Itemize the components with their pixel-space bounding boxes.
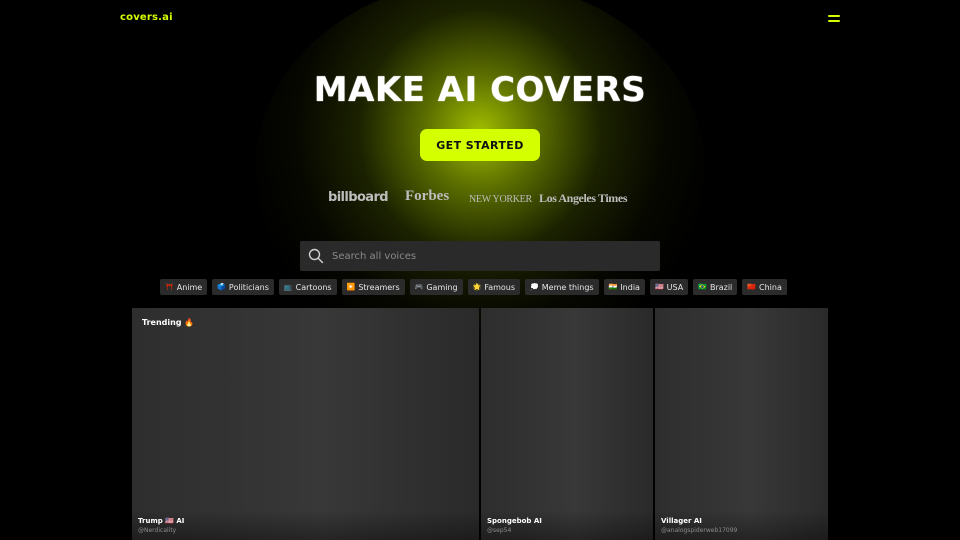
category-label: Gaming: [426, 282, 458, 292]
voice-name: Villager AI: [661, 517, 702, 525]
category-label: Meme things: [541, 282, 594, 292]
category-label: Famous: [484, 282, 516, 292]
category-label: Politicians: [228, 282, 269, 292]
category-emoji: 🌟: [472, 283, 482, 291]
category-emoji: 🇨🇳: [747, 283, 756, 291]
la-times-logo: Los Angeles Times: [539, 191, 628, 205]
menu-line: [828, 20, 840, 22]
category-emoji: ▶️: [346, 283, 356, 291]
category-emoji: 🇺🇸: [654, 283, 664, 291]
logo[interactable]: covers.ai: [120, 12, 173, 23]
press-logos: billboard Forbes NEW YORKER Los Angeles …: [0, 188, 960, 208]
category-label: USA: [666, 282, 684, 292]
category-emoji: 🗳️: [217, 283, 226, 291]
search-icon: [308, 248, 324, 264]
category-label: Cartoons: [295, 282, 332, 292]
category-label: Brazil: [709, 282, 733, 292]
voice-card-spongebob[interactable]: Spongebob AI @sep54: [481, 308, 653, 540]
card-shade: [132, 510, 479, 540]
menu-line: [828, 15, 840, 17]
category-chip-india[interactable]: 🇮🇳 India: [603, 279, 645, 295]
voice-cards: Trending 🔥 Trump 🇺🇸 AI @Nerdicality Spon…: [132, 308, 828, 540]
category-chip-china[interactable]: 🇨🇳 China: [742, 279, 787, 295]
category-label: Anime: [176, 282, 203, 292]
category-chip-usa[interactable]: 🇺🇸 USA: [649, 279, 689, 295]
card-shade: [481, 510, 653, 540]
hero-title: MAKE AI COVERS: [313, 70, 647, 110]
category-emoji: ⛩️: [165, 283, 174, 291]
search-bar: [300, 241, 660, 271]
card-shade: [655, 510, 828, 540]
category-chip-streamers[interactable]: ▶️ Streamers: [341, 279, 405, 295]
header: covers.ai: [0, 0, 960, 36]
category-label: Streamers: [358, 282, 400, 292]
category-chip-famous[interactable]: 🌟 Famous: [467, 279, 521, 295]
voice-name: Spongebob AI: [487, 517, 542, 525]
category-chip-anime[interactable]: ⛩️ Anime: [160, 279, 208, 295]
category-emoji: 💭: [530, 283, 539, 291]
category-emoji: 📺: [283, 283, 293, 291]
page: covers.ai MAKE AI COVERS GET STARTED bil…: [0, 0, 960, 540]
voice-creator[interactable]: @analogspiderweb17099: [661, 527, 737, 534]
category-chip-politicians[interactable]: 🗳️ Politicians: [212, 279, 274, 295]
category-emoji: 🇧🇷: [698, 283, 707, 291]
category-chip-cartoons[interactable]: 📺 Cartoons: [278, 279, 337, 295]
category-chip-brazil[interactable]: 🇧🇷 Brazil: [693, 279, 738, 295]
forbes-logo: Forbes: [405, 188, 450, 204]
category-label: China: [759, 282, 782, 292]
voice-card-villager[interactable]: Villager AI @analogspiderweb17099: [655, 308, 828, 540]
category-chip-gaming[interactable]: 🎮 Gaming: [409, 279, 463, 295]
billboard-logo: billboard: [328, 190, 389, 205]
category-emoji: 🎮: [414, 283, 424, 291]
get-started-button[interactable]: GET STARTED: [420, 129, 540, 161]
search-input[interactable]: [332, 241, 652, 271]
category-emoji: 🇮🇳: [608, 283, 618, 291]
category-label: India: [620, 282, 640, 292]
hero-glow: [255, 0, 705, 360]
hamburger-menu-icon[interactable]: [828, 14, 840, 23]
voice-creator[interactable]: @Nerdicality: [138, 527, 176, 534]
new-yorker-logo: NEW YORKER: [469, 194, 532, 205]
category-chip-meme-things[interactable]: 💭 Meme things: [525, 279, 599, 295]
voice-creator[interactable]: @sep54: [487, 527, 511, 534]
trending-label: Trending 🔥: [142, 318, 195, 327]
voice-card-trump[interactable]: Trending 🔥 Trump 🇺🇸 AI @Nerdicality: [132, 308, 479, 540]
voice-name: Trump 🇺🇸 AI: [138, 517, 185, 525]
category-chips: ⛩️ Anime 🗳️ Politicians 📺 Cartoons ▶️ Stream…: [160, 279, 787, 295]
